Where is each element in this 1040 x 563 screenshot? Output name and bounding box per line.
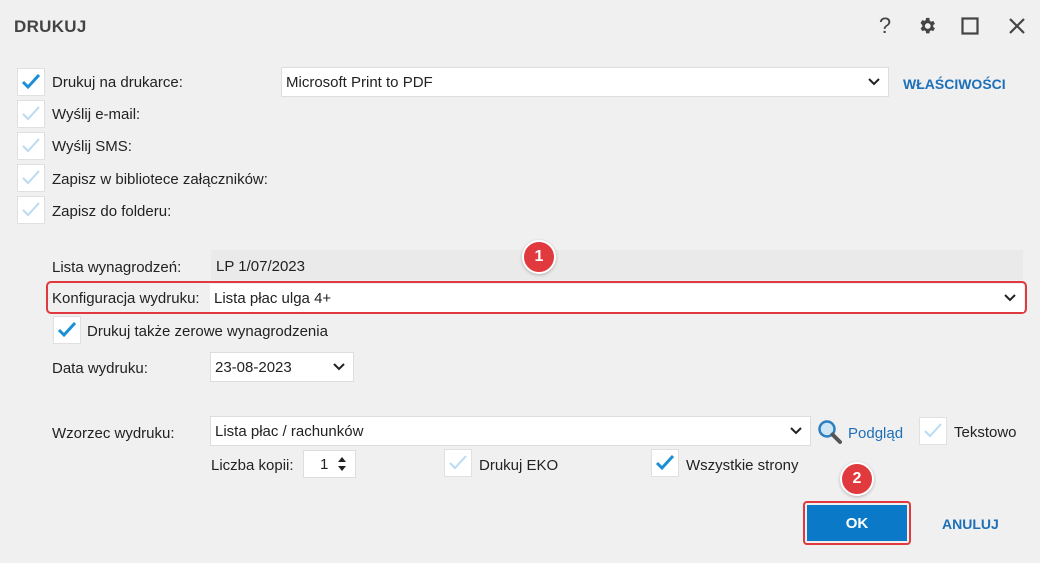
template-select-value: Lista płac / rachunków (215, 422, 364, 440)
send-sms-checkbox[interactable] (17, 132, 45, 160)
text-mode-checkbox[interactable] (919, 417, 947, 445)
print-date-value: 23-08-2023 (215, 358, 292, 376)
copies-label: Liczba kopii: (211, 457, 294, 474)
preview-link[interactable]: Podgląd (848, 425, 903, 442)
chevron-down-icon (1004, 294, 1016, 302)
template-label: Wzorzec wydruku: (52, 425, 175, 442)
save-attachments-label: Zapisz w bibliotece załączników: (52, 171, 268, 188)
maximize-button[interactable] (956, 12, 984, 40)
printer-properties-link[interactable]: WŁAŚCIWOŚCI (903, 76, 1006, 92)
all-pages-label: Wszystkie strony (686, 457, 799, 474)
checkmark-icon (22, 106, 40, 121)
print-printer-checkbox[interactable] (17, 68, 45, 96)
printer-select[interactable]: Microsoft Print to PDF (281, 67, 889, 97)
checkmark-icon (449, 455, 467, 470)
help-icon: ? (878, 13, 892, 38)
printer-select-value: Microsoft Print to PDF (286, 73, 433, 91)
print-date-picker[interactable]: 23-08-2023 (210, 352, 354, 382)
send-email-checkbox[interactable] (17, 100, 45, 128)
window-title: DRUKUJ (14, 17, 87, 36)
close-button[interactable] (1003, 12, 1031, 40)
settings-button[interactable] (913, 12, 941, 40)
step-badge-1: 1 (522, 240, 556, 274)
save-attachments-checkbox[interactable] (17, 164, 45, 192)
text-mode-label: Tekstowo (954, 424, 1017, 441)
gear-icon (920, 17, 935, 34)
config-select[interactable]: Lista płac ulga 4+ (210, 284, 1024, 312)
send-sms-label: Wyślij SMS: (52, 138, 132, 155)
zero-wages-label: Drukuj także zerowe wynagrodzenia (87, 323, 328, 340)
config-label: Konfiguracja wydruku: (52, 290, 200, 307)
checkmark-icon (924, 423, 942, 438)
copies-stepper[interactable]: 1 (303, 450, 356, 478)
eko-label: Drukuj EKO (479, 457, 559, 474)
ok-button[interactable]: OK (807, 505, 907, 541)
config-select-value: Lista płac ulga 4+ (214, 289, 332, 307)
all-pages-checkbox[interactable] (651, 449, 679, 477)
preview-button[interactable] (817, 419, 843, 450)
payroll-list-field: LP 1/07/2023 (211, 250, 1023, 280)
payroll-list-value: LP 1/07/2023 (216, 258, 305, 275)
checkmark-icon (22, 170, 40, 185)
stepper-arrows-icon (338, 457, 346, 471)
checkmark-icon (57, 321, 77, 338)
checkmark-icon (655, 454, 675, 471)
help-button[interactable]: ? (871, 12, 899, 40)
template-select[interactable]: Lista płac / rachunków (210, 416, 811, 446)
chevron-down-icon (333, 363, 345, 371)
checkmark-icon (22, 138, 40, 153)
save-folder-label: Zapisz do folderu: (52, 203, 172, 220)
save-folder-checkbox[interactable] (17, 196, 45, 224)
payroll-list-label: Lista wynagrodzeń: (52, 259, 182, 276)
checkmark-icon (22, 202, 40, 217)
zero-wages-checkbox[interactable] (53, 316, 81, 344)
send-email-label: Wyślij e-mail: (52, 106, 141, 123)
print-date-label: Data wydruku: (52, 360, 148, 377)
cancel-button[interactable]: ANULUJ (942, 516, 999, 532)
print-printer-label: Drukuj na drukarce: (52, 74, 183, 91)
chevron-down-icon (868, 78, 880, 86)
step-badge-2: 2 (840, 462, 874, 496)
chevron-down-icon (790, 427, 802, 435)
checkmark-icon (21, 73, 41, 90)
close-icon (1009, 18, 1025, 34)
eko-checkbox[interactable] (444, 449, 472, 477)
maximize-icon (961, 17, 979, 35)
magnifier-icon (818, 420, 842, 444)
copies-value: 1 (320, 455, 329, 473)
